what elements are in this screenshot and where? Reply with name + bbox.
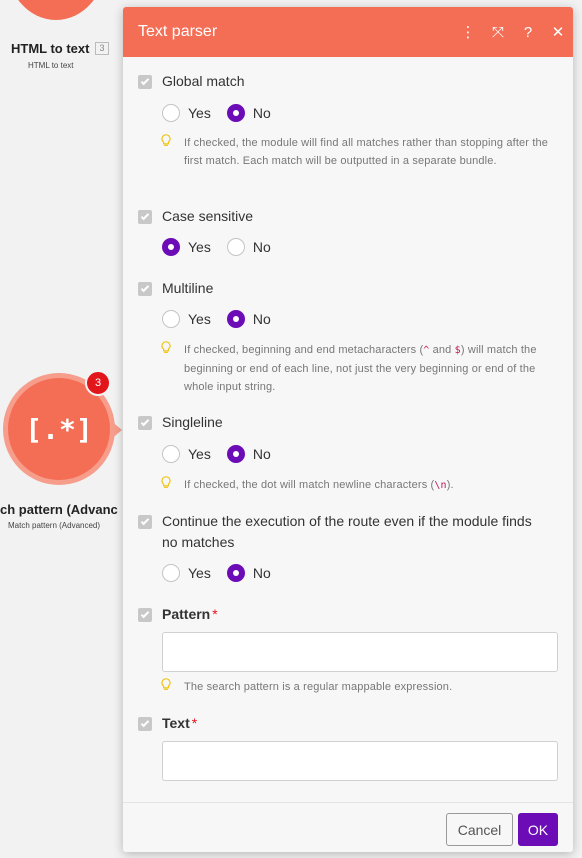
required-marker: * <box>212 606 218 622</box>
multiline-no[interactable]: No <box>226 310 271 328</box>
pattern-checkbox[interactable] <box>138 608 152 622</box>
multiline-checkbox[interactable] <box>138 282 152 296</box>
module-connector-arrow <box>110 420 122 440</box>
singleline-label: Singleline <box>162 414 223 430</box>
html-to-text-module-title: HTML to text 3 <box>11 41 109 56</box>
singleline-no[interactable]: No <box>226 445 271 463</box>
panel-title: Text parser <box>138 23 218 40</box>
radio-circle-selected[interactable] <box>226 310 245 328</box>
help-icon[interactable]: ? <box>513 24 543 41</box>
singleline-yes[interactable]: Yes <box>162 445 211 463</box>
expand-icon[interactable]: ⤧ <box>483 24 513 41</box>
global-match-label: Global match <box>162 73 245 89</box>
case-sensitive-no[interactable]: No <box>226 238 271 256</box>
multiline-label: Multiline <box>162 280 214 296</box>
html-to-text-module-subtitle: HTML to text <box>28 61 74 70</box>
multiline-yes[interactable]: Yes <box>162 310 211 328</box>
text-input[interactable] <box>162 741 558 781</box>
match-pattern-module-subtitle: Match pattern (Advanced) <box>8 521 101 530</box>
text-label: Text * <box>162 715 198 731</box>
regex-icon: [.*] <box>25 412 93 446</box>
singleline-radio-group: Yes No <box>162 445 287 463</box>
cancel-button[interactable]: Cancel <box>446 813 513 846</box>
radio-circle[interactable] <box>226 238 245 256</box>
pattern-input[interactable] <box>162 632 558 672</box>
global-match-no[interactable]: No <box>226 104 271 122</box>
case-sensitive-yes[interactable]: Yes <box>162 238 211 256</box>
more-vertical-icon[interactable]: ⋮ <box>453 23 483 41</box>
continue-execution-no[interactable]: No <box>226 564 271 582</box>
radio-circle[interactable] <box>162 445 180 463</box>
radio-circle[interactable] <box>162 104 180 122</box>
continue-execution-yes[interactable]: Yes <box>162 564 211 582</box>
radio-circle[interactable] <box>162 564 180 582</box>
multiline-radio-group: Yes No <box>162 310 287 328</box>
global-match-hint: If checked, the module will find all mat… <box>161 134 552 170</box>
continue-execution-checkbox[interactable] <box>138 515 152 529</box>
lightbulb-icon <box>161 678 171 691</box>
radio-circle-selected[interactable] <box>226 445 245 463</box>
required-marker: * <box>191 715 198 731</box>
panel-body: Global match Yes No If checked, the modu… <box>123 57 573 802</box>
lightbulb-icon <box>161 341 171 354</box>
lightbulb-icon <box>161 476 171 489</box>
operations-count-badge[interactable]: 3 <box>85 370 111 396</box>
case-sensitive-checkbox[interactable] <box>138 210 152 224</box>
case-sensitive-label: Case sensitive <box>162 208 254 224</box>
multiline-hint: If checked, beginning and end metacharac… <box>161 341 552 396</box>
radio-circle-selected[interactable] <box>226 104 245 122</box>
close-icon[interactable]: ✕ <box>543 23 573 41</box>
pattern-hint: The search pattern is a regular mappable… <box>161 678 552 696</box>
match-pattern-module-title: ch pattern (Advanc <box>0 502 118 517</box>
continue-execution-radio-group: Yes No <box>162 564 287 582</box>
global-match-checkbox[interactable] <box>138 75 152 89</box>
panel-footer: Cancel OK <box>123 802 573 852</box>
radio-circle-selected[interactable] <box>226 564 245 582</box>
text-checkbox[interactable] <box>138 717 152 731</box>
module-settings-panel: Text parser ⋮ ⤧ ? ✕ Global match Yes No … <box>123 7 573 852</box>
case-sensitive-radio-group: Yes No <box>162 238 287 256</box>
panel-header: Text parser ⋮ ⤧ ? ✕ <box>123 7 573 57</box>
module-count-badge: 3 <box>95 42 109 55</box>
radio-circle-selected[interactable] <box>162 238 180 256</box>
global-match-radio-group: Yes No <box>162 104 287 122</box>
singleline-hint: If checked, the dot will match newline c… <box>161 476 552 495</box>
ok-button[interactable]: OK <box>518 813 558 846</box>
lightbulb-icon <box>161 134 171 147</box>
continue-execution-label: Continue the execution of the route even… <box>162 513 532 550</box>
radio-circle[interactable] <box>162 310 180 328</box>
singleline-checkbox[interactable] <box>138 416 152 430</box>
pattern-label: Pattern * <box>162 606 218 622</box>
global-match-yes[interactable]: Yes <box>162 104 211 122</box>
